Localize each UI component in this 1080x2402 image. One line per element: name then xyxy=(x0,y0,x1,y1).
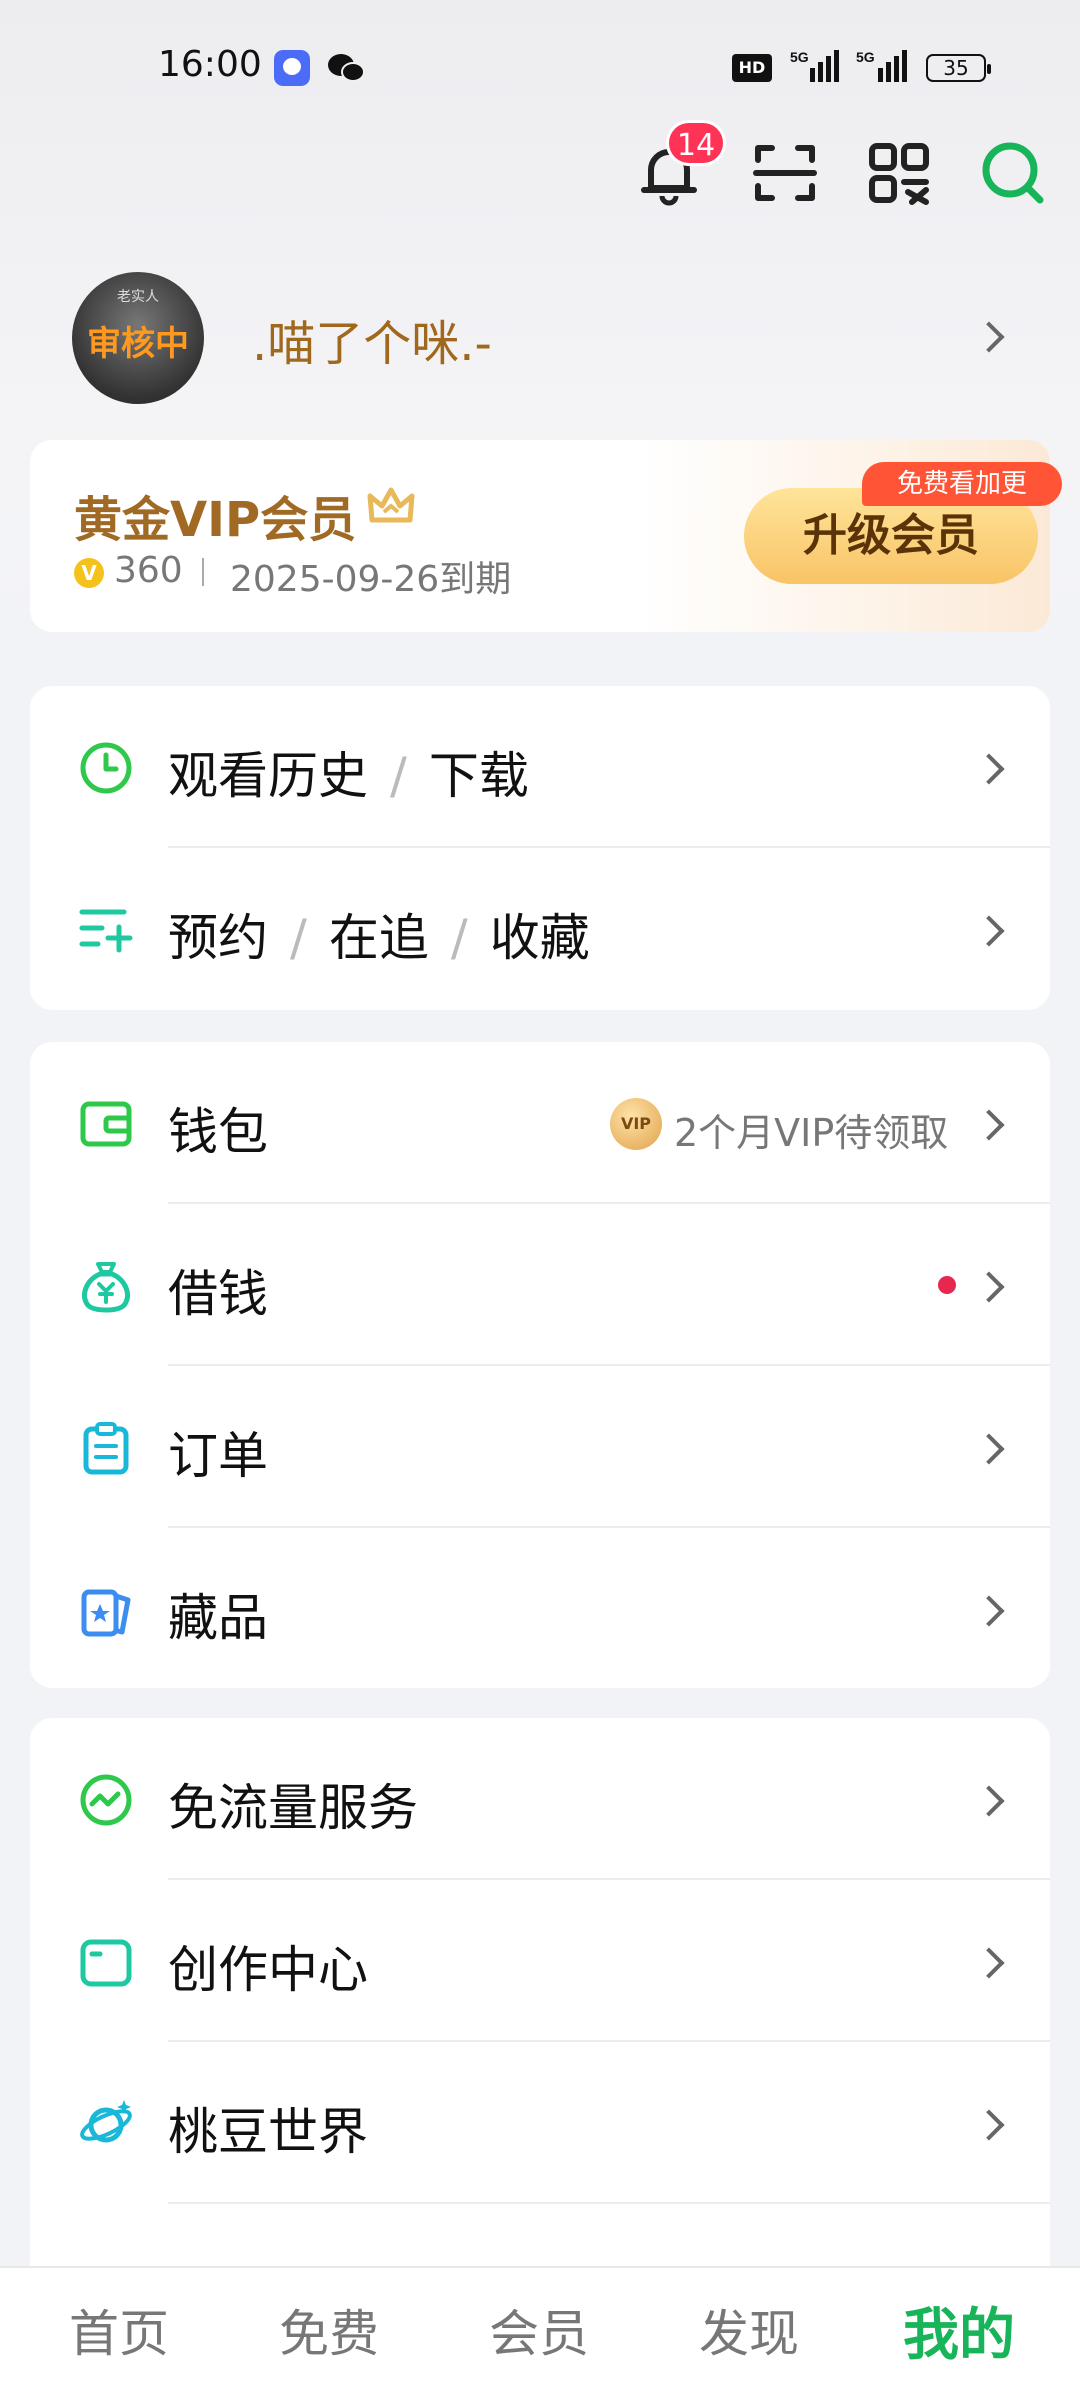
signal-5g-icon: 5G xyxy=(790,49,839,82)
vip-points: 360 xyxy=(114,550,183,591)
wallet-label: 钱包 xyxy=(168,1103,268,1161)
favorites-link[interactable]: 收藏 xyxy=(490,909,590,967)
notification-badge: 14 xyxy=(666,120,726,166)
hd-voice-icon: HD xyxy=(732,54,772,82)
divider xyxy=(168,2202,1050,2204)
promo-tag: 免费看加更 xyxy=(862,462,1062,506)
scan-icon[interactable] xyxy=(750,138,820,208)
world-row[interactable]: 桃豆世界 xyxy=(30,2042,1050,2204)
wallet-section: 钱包 VIP 2个月VIP待领取 借钱 订单 藏品 xyxy=(30,1042,1050,1688)
following-link[interactable]: 在追 xyxy=(329,909,429,967)
reserve-link[interactable]: 预约 xyxy=(168,909,268,967)
qr-code-icon[interactable] xyxy=(864,138,934,208)
free-data-row[interactable]: 免流量服务 xyxy=(30,1718,1050,1880)
services-section: 免流量服务 创作中心 桃豆世界 xyxy=(30,1718,1050,2318)
chevron-right-icon xyxy=(973,1785,1005,1817)
clipboard-icon xyxy=(83,1422,129,1475)
avatar[interactable]: 老实人 审核中 xyxy=(72,272,204,404)
avatar-review-status: 审核中 xyxy=(87,324,189,364)
add-list-icon xyxy=(79,909,133,953)
data-trend-icon xyxy=(80,1774,132,1826)
chevron-right-icon xyxy=(973,2109,1005,2141)
collectibles-row[interactable]: 藏品 xyxy=(30,1528,1050,1690)
bottom-tab-bar: 首页 免费 会员 发现 我的 xyxy=(0,2266,1080,2402)
planet-icon xyxy=(80,2100,132,2143)
status-time: 16:00 xyxy=(158,44,262,85)
download-link[interactable]: 下载 xyxy=(429,747,529,805)
chevron-right-icon xyxy=(973,1947,1005,1979)
orders-label: 订单 xyxy=(168,1427,268,1485)
follow-label: 预约 / 在追 / 收藏 xyxy=(168,909,590,967)
chevron-right-icon xyxy=(973,753,1005,785)
chevron-right-icon xyxy=(973,1271,1005,1303)
history-download-row[interactable]: 观看历史 / 下载 xyxy=(30,686,1050,848)
free-data-label: 免流量服务 xyxy=(168,1779,418,1837)
creator-center-row[interactable]: 创作中心 xyxy=(30,1880,1050,2042)
tab-home[interactable]: 首页 xyxy=(44,2294,194,2366)
avatar-caption: 老实人 xyxy=(117,289,159,305)
status-bar: 16:00 HD 5G 5G 35 xyxy=(0,0,1080,140)
chevron-right-icon xyxy=(973,1595,1005,1627)
chat-app-icon xyxy=(274,50,310,86)
loan-label: 借钱 xyxy=(168,1265,268,1323)
wechat-icon xyxy=(328,54,365,82)
signal-5g-label-2: 5G xyxy=(856,49,875,65)
history-section: 观看历史 / 下载 预约 / 在追 / 收藏 xyxy=(30,686,1050,1010)
creator-icon xyxy=(80,1939,132,1987)
wallet-icon xyxy=(80,1101,132,1147)
chevron-right-icon xyxy=(973,1109,1005,1141)
chevron-right-icon xyxy=(973,1433,1005,1465)
history-label: 观看历史 / 下载 xyxy=(168,747,529,805)
vip-coin-icon: VIP xyxy=(610,1098,662,1150)
creator-center-label: 创作中心 xyxy=(168,1941,368,1999)
username[interactable]: .喵了个咪.- xyxy=(252,304,492,374)
crown-icon xyxy=(367,487,415,523)
collectibles-label: 藏品 xyxy=(168,1589,268,1647)
tab-vip[interactable]: 会员 xyxy=(464,2294,614,2366)
coin-icon: V xyxy=(74,558,104,588)
loan-row[interactable]: 借钱 xyxy=(30,1204,1050,1366)
clock-icon xyxy=(80,742,132,794)
card-star-icon xyxy=(81,1589,131,1637)
follow-row[interactable]: 预约 / 在追 / 收藏 xyxy=(30,848,1050,1010)
vip-card[interactable]: 黄金VIP会员 V 360 2025-09-26到期 升级会员 免费看加更 xyxy=(30,440,1062,632)
wallet-offer-text: 2个月VIP待领取 xyxy=(674,1111,949,1155)
separator xyxy=(202,558,204,586)
battery-icon: 35 xyxy=(926,54,991,82)
orders-row[interactable]: 订单 xyxy=(30,1366,1050,1528)
signal-5g-label: 5G xyxy=(790,49,809,65)
vip-title: 黄金VIP会员 xyxy=(74,492,357,548)
wallet-row[interactable]: 钱包 VIP 2个月VIP待领取 xyxy=(30,1042,1050,1204)
vip-expire-date: 2025-09-26到期 xyxy=(230,559,512,600)
tab-free[interactable]: 免费 xyxy=(254,2294,404,2366)
tab-mine[interactable]: 我的 xyxy=(884,2290,1034,2371)
search-icon[interactable] xyxy=(978,138,1048,208)
notification-dot xyxy=(938,1276,956,1294)
chevron-right-icon xyxy=(973,915,1005,947)
history-link[interactable]: 观看历史 xyxy=(168,747,368,805)
money-bag-icon xyxy=(82,1262,130,1313)
tab-discover[interactable]: 发现 xyxy=(674,2294,824,2366)
signal-5g-icon-2: 5G xyxy=(856,49,907,82)
world-label: 桃豆世界 xyxy=(168,2103,368,2161)
